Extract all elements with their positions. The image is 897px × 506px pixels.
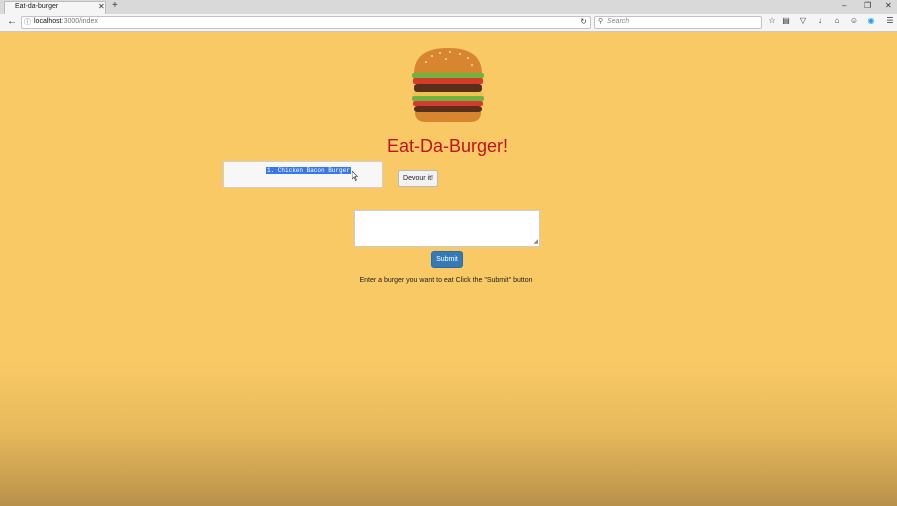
browser-tab[interactable]: Eat-da-burger ✕ (4, 1, 106, 14)
burger-logo-icon (412, 48, 484, 122)
smiley-icon[interactable]: ☺ (848, 16, 860, 25)
reload-icon[interactable]: ↻ (580, 17, 587, 26)
site-info-icon[interactable]: ⓘ (24, 17, 31, 27)
new-tab-button[interactable]: + (112, 0, 118, 11)
resize-handle-icon[interactable]: ◢ (533, 238, 538, 245)
star-icon[interactable]: ☆ (766, 16, 778, 25)
page-title: Eat-Da-Burger! (386, 136, 509, 156)
url-text: localhost:3000/index (34, 18, 98, 25)
close-window-icon[interactable]: ✕ (885, 1, 892, 10)
minimize-icon[interactable]: – (842, 1, 846, 10)
clipboard-icon[interactable]: ▤ (780, 16, 792, 25)
tab-bar: Eat-da-burger ✕ + – ❐ ✕ (0, 0, 897, 14)
burger-name-input[interactable]: ◢ (354, 210, 540, 247)
pocket-icon[interactable]: ▽ (797, 16, 809, 25)
url-bar[interactable]: ⓘ localhost:3000/index ↻ (21, 16, 591, 29)
submit-button[interactable]: Submit (431, 251, 463, 268)
menu-icon[interactable]: ☰ (884, 16, 896, 25)
download-icon[interactable]: ↓ (814, 16, 826, 25)
restore-icon[interactable]: ❐ (864, 1, 871, 10)
search-icon: ⚲ (598, 18, 604, 25)
burger-list: 1. Chicken Bacon Burger (223, 161, 383, 188)
burger-list-item[interactable]: 1. Chicken Bacon Burger (266, 167, 351, 174)
search-bar[interactable]: ⚲ Search (594, 16, 762, 29)
search-placeholder: Search (607, 18, 630, 25)
instructions-text: Enter a burger you want to eat Click the… (359, 277, 533, 284)
skype-icon[interactable]: ◉ (865, 16, 877, 25)
home-icon[interactable]: ⌂ (831, 16, 843, 25)
devour-button[interactable]: Devour it! (398, 170, 438, 187)
navigation-bar: ← ⓘ localhost:3000/index ↻ ⚲ Search ☆ ▤ … (0, 14, 897, 32)
page-body: Eat-Da-Burger! 1. Chicken Bacon Burger D… (0, 32, 897, 506)
back-arrow-icon[interactable]: ← (7, 16, 19, 28)
tab-title: Eat-da-burger (15, 3, 59, 10)
mouse-cursor-icon (352, 171, 358, 181)
close-tab-icon[interactable]: ✕ (98, 2, 105, 11)
